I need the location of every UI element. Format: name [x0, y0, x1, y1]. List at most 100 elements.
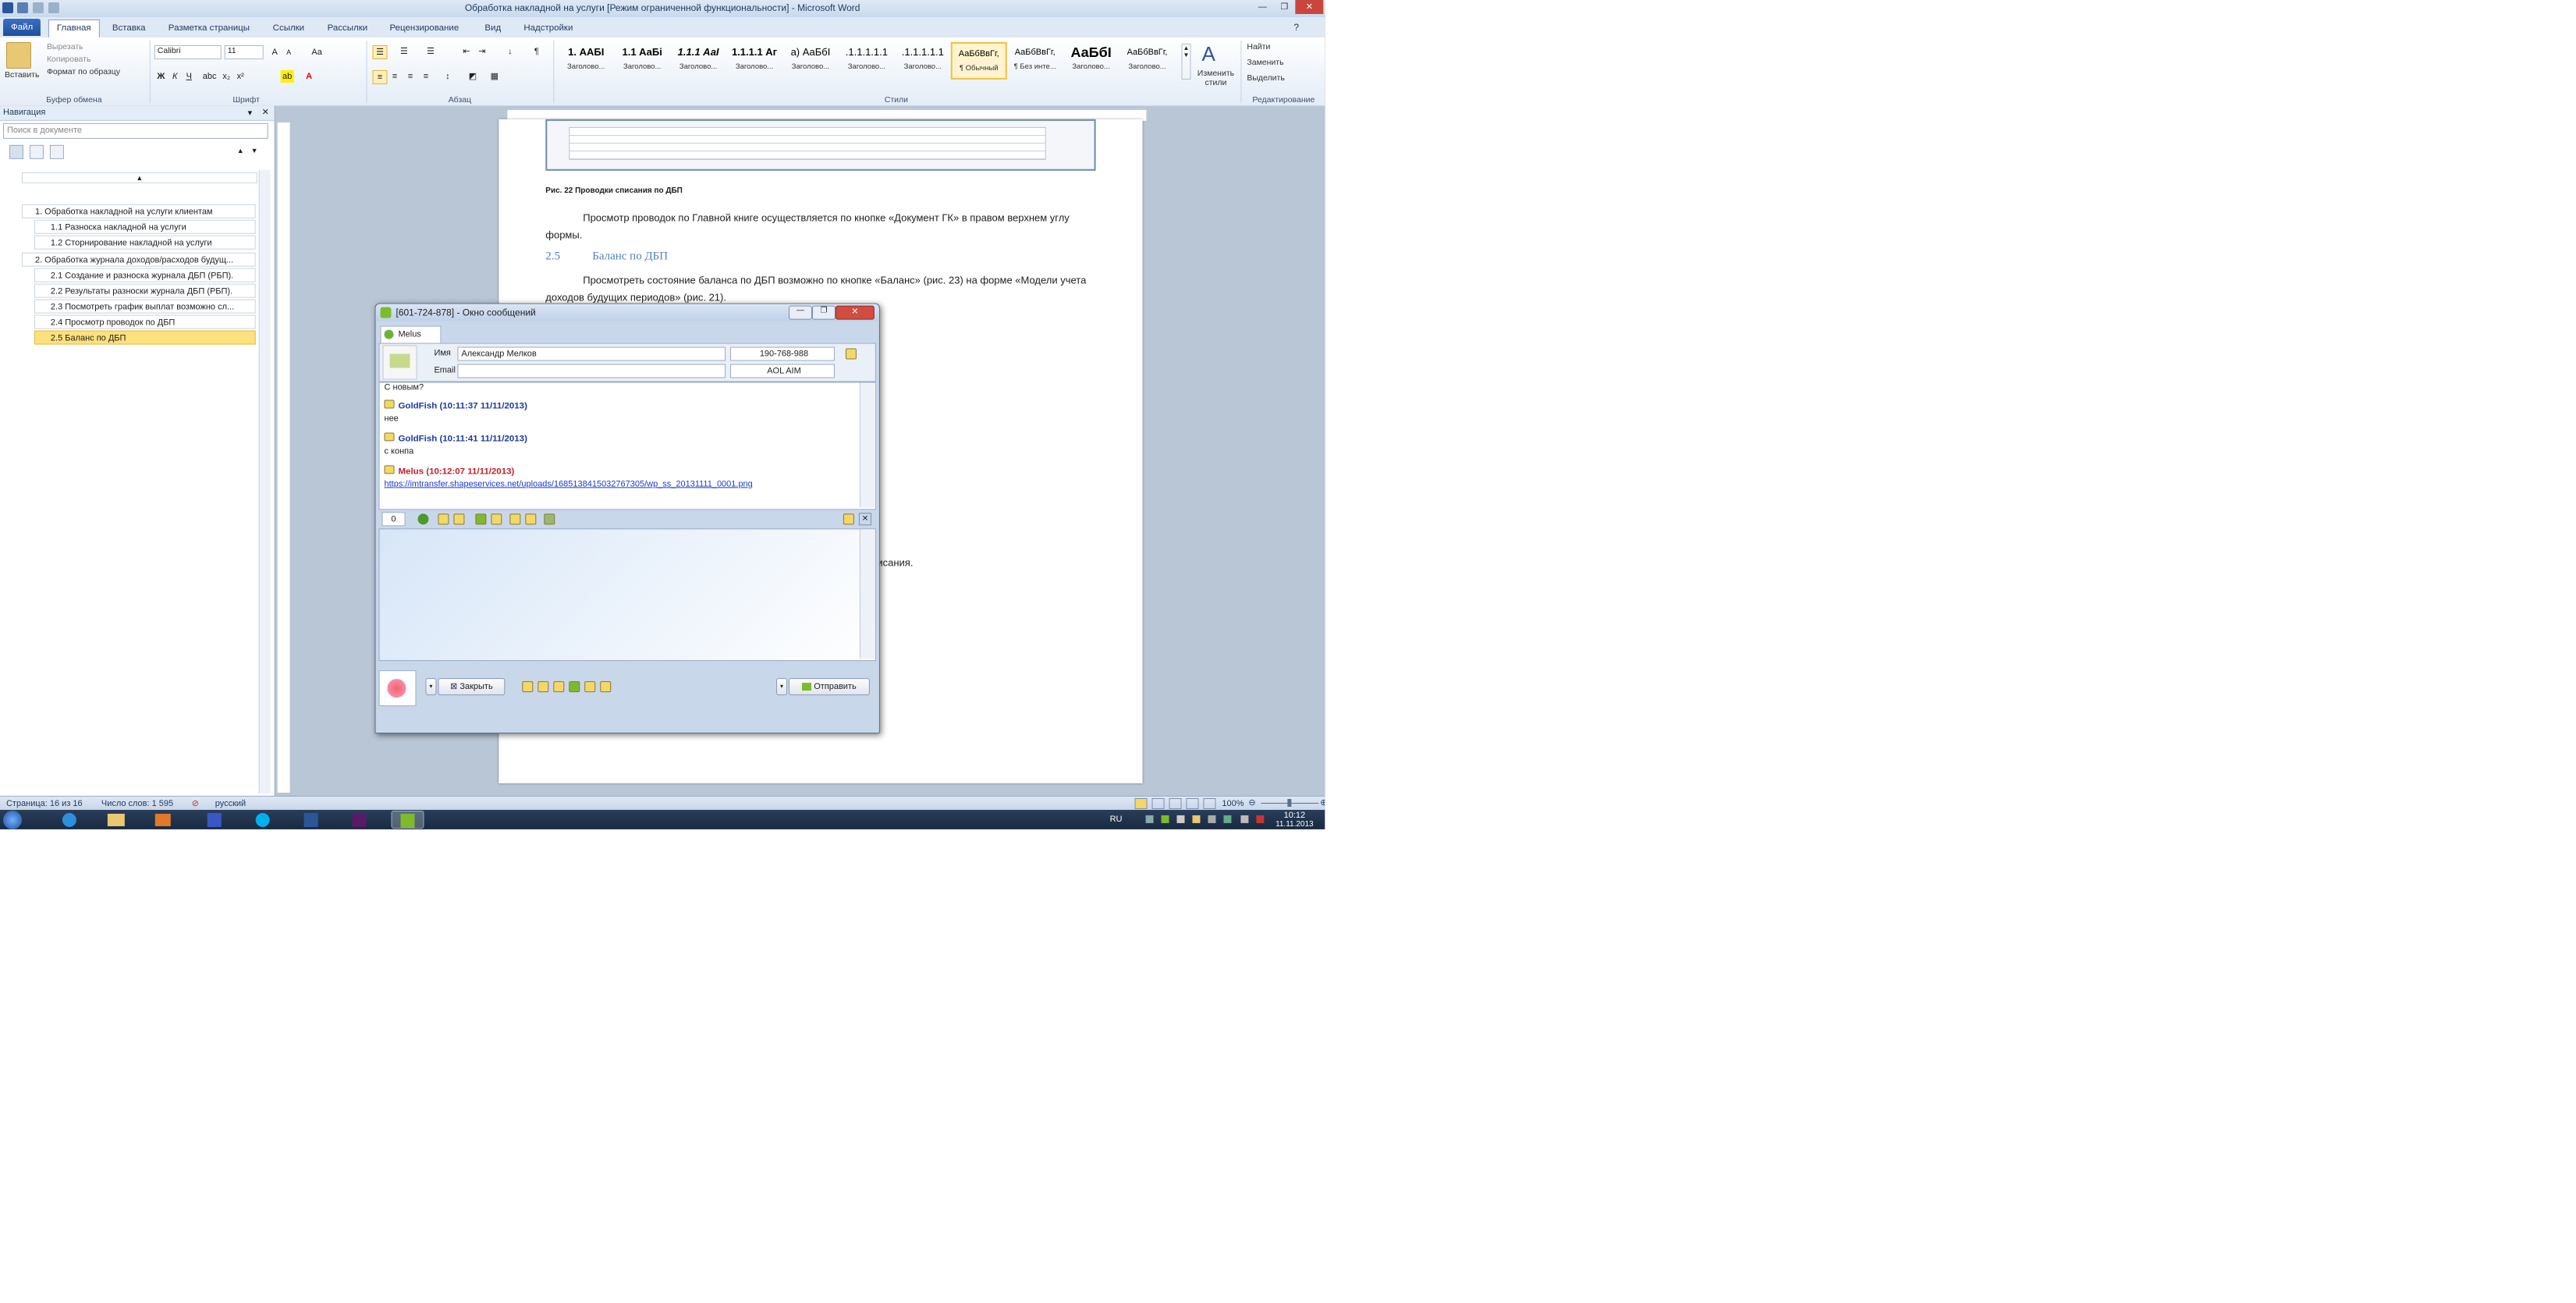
underline-button[interactable]: Ч	[183, 70, 196, 83]
increase-indent-icon[interactable]: ⇥	[475, 45, 488, 58]
paste-button[interactable]: Вставить	[5, 70, 39, 80]
italic-button[interactable]: К	[169, 70, 182, 83]
copy-button[interactable]: Копировать	[47, 55, 90, 64]
chat-tab[interactable]: Melus	[380, 325, 442, 344]
pages-view-icon[interactable]	[29, 144, 44, 159]
tool-icon[interactable]	[569, 681, 580, 693]
contact-details-icon[interactable]	[845, 348, 857, 360]
chat-close-icon[interactable]: ✕	[835, 305, 875, 320]
tray-icon[interactable]	[1161, 815, 1169, 823]
tool-icon[interactable]	[538, 681, 549, 693]
strikethrough-icon[interactable]: abc	[203, 70, 217, 83]
nav-item[interactable]: 1. Обработка накладной на услуги клиента…	[21, 204, 256, 218]
tab-file[interactable]: Файл	[2, 18, 41, 36]
translit-icon[interactable]	[525, 513, 537, 525]
headings-view-icon[interactable]	[9, 144, 23, 159]
style-heading-3[interactable]: 1.1.1 АаІ Заголово...	[670, 42, 726, 80]
zoom-in-icon[interactable]: ⊕	[1320, 797, 1325, 808]
replace-button[interactable]: Заменить	[1247, 58, 1283, 67]
show-marks-icon[interactable]: ¶	[530, 45, 543, 58]
print-layout-icon[interactable]	[1134, 797, 1148, 809]
shading-icon[interactable]: ◩	[466, 70, 479, 83]
media-taskbar-icon[interactable]	[147, 811, 179, 829]
style-no-spacing[interactable]: АаБбВвГг, ¶ Без инте...	[1007, 42, 1063, 80]
tray-icon[interactable]	[1192, 815, 1201, 823]
borders-icon[interactable]: ▦	[488, 70, 501, 83]
tray-icon[interactable]	[1223, 815, 1232, 823]
tab-mailings[interactable]: Рассылки	[320, 20, 376, 36]
history-icon[interactable]	[475, 513, 487, 525]
start-button[interactable]	[2, 810, 22, 829]
send-button[interactable]: Отправить	[788, 678, 870, 696]
tab-review[interactable]: Рецензирование	[382, 20, 467, 36]
results-view-icon[interactable]	[49, 144, 64, 159]
page-indicator[interactable]: Страница: 16 из 16	[6, 799, 83, 808]
message-link[interactable]: https://imtransfer.shapeservices.net/upl…	[385, 479, 753, 488]
clear-input-icon[interactable]: ✕	[858, 513, 871, 526]
styles-scroll-icon[interactable]: ▲ ▼	[1181, 43, 1191, 80]
tab-addins[interactable]: Надстройки	[516, 20, 580, 36]
style-heading-7[interactable]: .1.1.1.1.1 Заголово...	[895, 42, 951, 80]
network-icon[interactable]	[1240, 815, 1249, 823]
nav-search-input[interactable]: Поиск в документе	[2, 122, 268, 139]
email-field[interactable]	[457, 364, 726, 378]
zoom-level[interactable]: 100%	[1222, 799, 1244, 808]
close-icon[interactable]: ✕	[1295, 0, 1324, 14]
nav-item[interactable]: 2.4 Просмотр проводок по ДБП	[34, 314, 256, 329]
tool-icon[interactable]	[600, 681, 612, 693]
nav-item[interactable]: 2.1 Создание и разноска журнала ДБП (РБП…	[34, 268, 256, 282]
style-normal[interactable]: АаБбВвГг, ¶ Обычный	[950, 41, 1007, 80]
tab-page-layout[interactable]: Разметка страницы	[161, 20, 257, 36]
nav-item[interactable]: 2. Обработка журнала доходов/расходов бу…	[21, 252, 256, 267]
zoom-slider-thumb[interactable]	[1287, 798, 1292, 807]
nav-close-icon[interactable]: ✕	[262, 107, 269, 117]
scroll-up-icon[interactable]: ▲	[21, 172, 257, 183]
send-options-icon[interactable]: ▾	[776, 678, 787, 696]
multilevel-list-icon[interactable]: ☰	[424, 45, 437, 58]
image-icon[interactable]	[509, 513, 521, 525]
help-icon[interactable]: ?	[1293, 22, 1299, 33]
nav-item-selected[interactable]: 2.5 Баланс по ДБП	[34, 330, 256, 345]
word-taskbar-icon[interactable]	[295, 811, 328, 829]
quote-icon[interactable]	[544, 513, 555, 525]
message-input[interactable]	[378, 528, 876, 662]
style-heading-6[interactable]: .1.1.1.1.1 Заголово...	[839, 42, 895, 80]
style-heading-a[interactable]: АаБбІ Заголово...	[1063, 42, 1119, 80]
contact-name-field[interactable]: Александр Мелков	[457, 346, 726, 361]
language-indicator[interactable]: русский	[215, 799, 246, 808]
ie-taskbar-icon[interactable]	[53, 811, 86, 829]
line-spacing-icon[interactable]: ↕	[441, 70, 454, 83]
clock-date[interactable]: 11.11.2013	[1270, 820, 1318, 829]
nav-item[interactable]: 1.1 Разноска накладной на услуги	[34, 219, 256, 234]
shrink-font-icon[interactable]: A	[282, 46, 296, 59]
notes-icon[interactable]	[843, 513, 854, 525]
tab-view[interactable]: Вид	[477, 20, 509, 36]
justify-icon[interactable]: ≡	[419, 70, 432, 83]
cut-button[interactable]: Вырезать	[47, 42, 83, 51]
send-file-icon[interactable]	[491, 513, 502, 525]
tool-icon[interactable]	[553, 681, 565, 693]
bullets-icon[interactable]: ☰	[372, 44, 388, 59]
clock-time[interactable]: 10:12	[1276, 811, 1312, 820]
style-heading-1[interactable]: 1. ААБІ Заголово...	[558, 42, 614, 80]
bold-button[interactable]: Ж	[154, 70, 168, 83]
font-color-icon[interactable]: A	[303, 70, 316, 83]
nav-scrollbar[interactable]	[258, 169, 271, 794]
zoom-out-icon[interactable]: ⊖	[1248, 797, 1255, 808]
close-dropdown-icon[interactable]: ▾	[425, 678, 437, 696]
nav-item[interactable]: 2.3 Посмотреть график выплат возможно сл…	[34, 299, 256, 314]
tray-icon[interactable]	[1208, 815, 1216, 823]
style-heading-4[interactable]: 1.1.1.1 Аг Заголово...	[726, 42, 782, 80]
ax-taskbar-icon[interactable]	[343, 811, 376, 829]
font-name-field[interactable]: Calibri	[154, 44, 222, 59]
draft-icon[interactable]	[1203, 797, 1216, 809]
tab-home[interactable]: Главная	[48, 19, 100, 38]
aol-field[interactable]: AOL AIM	[730, 364, 835, 378]
volume-icon[interactable]	[1256, 815, 1265, 823]
nav-item[interactable]: 2.2 Результаты разноски журнала ДБП (РБП…	[34, 283, 256, 298]
history-scrollbar[interactable]	[859, 382, 875, 508]
chat-maximize-icon[interactable]: ❐	[811, 305, 836, 320]
proofing-icon[interactable]: ⊘	[192, 798, 199, 808]
align-right-icon[interactable]: ≡	[403, 70, 417, 83]
grow-font-icon[interactable]: A	[268, 46, 282, 59]
